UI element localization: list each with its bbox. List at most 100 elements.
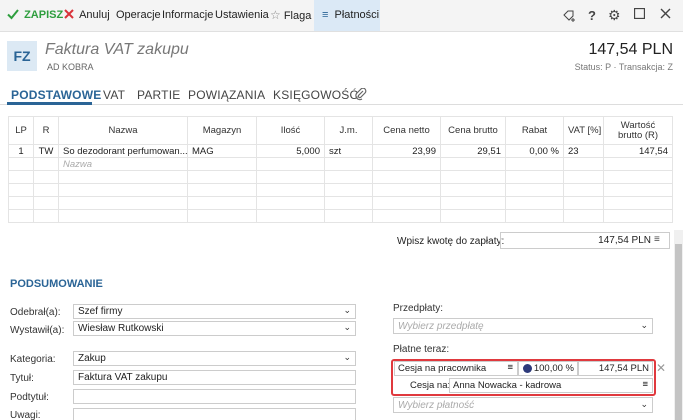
category-select[interactable]: Zakup ⌄ <box>73 351 356 366</box>
cell-unit[interactable]: szt <box>324 144 373 158</box>
column-header[interactable]: Rabat <box>505 116 564 145</box>
assign-value: Anna Nowacka - kadrowa <box>453 380 562 391</box>
information-menu[interactable]: Informacje <box>162 0 213 31</box>
chevron-down-icon: ⌄ <box>343 322 351 332</box>
menu-icon[interactable]: ≡ <box>654 234 660 245</box>
prepayments-placeholder: Wybierz przedpłatę <box>398 321 484 332</box>
column-header[interactable]: Ilość <box>256 116 325 145</box>
tab-podstawowe[interactable]: PODSTAWOWE <box>11 88 101 102</box>
document-amount: 147,54 PLN <box>588 41 673 58</box>
subtitle-field[interactable] <box>73 389 356 404</box>
close-window-icon[interactable] <box>660 0 671 31</box>
tab-ksiegowosc[interactable]: KSIĘGOWOŚĆ <box>273 88 358 102</box>
cancel-button[interactable]: Anuluj <box>64 0 110 31</box>
cell-gross-value[interactable]: 147,54 <box>603 144 673 158</box>
tab-partie[interactable]: PARTIE <box>137 88 180 102</box>
payment-method-select[interactable]: Cesja na pracownika ≡ <box>394 361 518 376</box>
settings-menu[interactable]: Ustawienia <box>215 0 269 31</box>
save-label: ZAPISZ <box>24 9 64 21</box>
menu-icon: ≡ <box>507 362 513 373</box>
column-header[interactable]: LP <box>8 116 34 145</box>
prepayments-select[interactable]: Wybierz przedpłatę ⌄ <box>393 318 653 334</box>
issued-label: Wystawił(a): <box>10 325 65 336</box>
contractor-name[interactable]: AD KOBRA <box>47 62 94 72</box>
pie-icon <box>523 364 532 373</box>
cell-quantity[interactable]: 5,000 <box>256 144 325 158</box>
add-tag-icon[interactable] <box>562 0 576 31</box>
category-label: Kategoria: <box>10 354 56 365</box>
title-label: Tytuł: <box>10 373 34 384</box>
column-header[interactable]: VAT [%] <box>563 116 604 145</box>
scrollbar-thumb[interactable] <box>675 244 682 420</box>
tabs-divider <box>0 104 683 105</box>
choose-payment-select[interactable]: Wybierz płatność ⌄ <box>393 397 653 413</box>
close-icon <box>64 9 74 19</box>
operations-menu[interactable]: Operacje <box>116 0 161 31</box>
table-header: LP R Nazwa Magazyn Ilość J.m. Cena netto… <box>8 116 673 145</box>
tab-powiazania[interactable]: POWIĄZANIA <box>188 88 265 102</box>
flag-label: Flaga <box>283 10 312 22</box>
payments-button[interactable]: ≡ Płatności <box>314 0 380 31</box>
choose-payment-placeholder: Wybierz płatność <box>398 400 475 411</box>
payment-amount-field[interactable]: 147,54 PLN <box>500 232 670 249</box>
check-icon <box>7 9 19 20</box>
tab-vat[interactable]: VAT <box>103 88 125 102</box>
column-header[interactable]: Cena netto <box>372 116 441 145</box>
remove-payment-icon[interactable]: ✕ <box>656 361 666 375</box>
maximize-icon[interactable] <box>633 0 646 31</box>
cell-vat[interactable]: 23 <box>563 144 604 158</box>
cell-warehouse[interactable]: MAG <box>187 144 257 158</box>
attachment-icon[interactable] <box>355 87 367 104</box>
notes-field[interactable] <box>73 408 356 420</box>
payment-percent-field[interactable]: 100,00 % <box>518 361 578 376</box>
table-row[interactable]: 1 TW So dezodorant perfumowan... MAG 5,0… <box>8 144 673 158</box>
table-row[interactable] <box>8 196 673 210</box>
save-button[interactable]: ZAPISZ <box>7 0 63 31</box>
star-icon: ☆ <box>270 8 281 22</box>
chevron-down-icon: ⌄ <box>640 399 648 409</box>
column-header[interactable]: R <box>33 116 59 145</box>
document-type-badge: FZ <box>7 41 37 71</box>
flag-button[interactable]: ☆ Flaga <box>270 0 311 31</box>
active-tab-indicator <box>7 102 92 105</box>
gear-icon[interactable]: ⚙ <box>608 0 621 31</box>
table-row[interactable] <box>8 170 673 184</box>
cell-net-price[interactable]: 23,99 <box>372 144 441 158</box>
column-header[interactable]: J.m. <box>324 116 373 145</box>
table-row[interactable] <box>8 209 673 223</box>
payment-percent-value: 100,00 % <box>533 363 574 374</box>
new-item-name-placeholder[interactable]: Nazwa <box>58 157 188 171</box>
cell-r[interactable]: TW <box>33 144 59 158</box>
payments-label: Płatności <box>334 9 380 21</box>
cell-lp[interactable]: 1 <box>8 144 34 158</box>
issued-value: Wiesław Rutkowski <box>78 323 164 334</box>
notes-label: Uwagi: <box>10 410 41 420</box>
toolbar: ZAPISZ Anuluj Operacje Informacje Ustawi… <box>0 0 683 32</box>
category-value: Zakup <box>78 353 106 364</box>
title-field[interactable]: Faktura VAT zakupu <box>73 370 356 385</box>
received-select[interactable]: Szef firmy ⌄ <box>73 304 356 319</box>
payment-amount-now-value: 147,54 PLN <box>598 363 649 374</box>
assign-select[interactable]: Anna Nowacka - kadrowa ≡ <box>449 378 653 393</box>
issued-select[interactable]: Wiesław Rutkowski ⌄ <box>73 321 356 336</box>
items-table: LP R Nazwa Magazyn Ilość J.m. Cena netto… <box>8 116 673 223</box>
title-value: Faktura VAT zakupu <box>78 372 168 383</box>
chevron-down-icon: ⌄ <box>343 352 351 362</box>
cell-gross-price[interactable]: 29,51 <box>440 144 506 158</box>
payment-amount-label: Wpisz kwotę do zapłaty: <box>397 236 505 247</box>
table-row-new[interactable]: Nazwa <box>8 157 673 171</box>
menu-icon: ≡ <box>322 9 329 21</box>
payment-method-value: Cesja na pracownika <box>398 363 487 374</box>
cell-discount[interactable]: 0,00 % <box>505 144 564 158</box>
pay-now-label: Płatne teraz: <box>393 344 450 355</box>
summary-section-title: PODSUMOWANIE <box>10 278 103 290</box>
payment-amount-now-field[interactable]: 147,54 PLN <box>578 361 653 376</box>
table-row[interactable] <box>8 183 673 197</box>
help-icon[interactable]: ? <box>588 0 596 31</box>
cell-name[interactable]: So dezodorant perfumowan... <box>58 144 188 158</box>
column-header[interactable]: Nazwa <box>58 116 188 145</box>
prepayments-label: Przedpłaty: <box>393 303 444 314</box>
column-header[interactable]: Cena brutto <box>440 116 506 145</box>
column-header[interactable]: Wartość brutto (R) <box>603 116 673 145</box>
column-header[interactable]: Magazyn <box>187 116 257 145</box>
